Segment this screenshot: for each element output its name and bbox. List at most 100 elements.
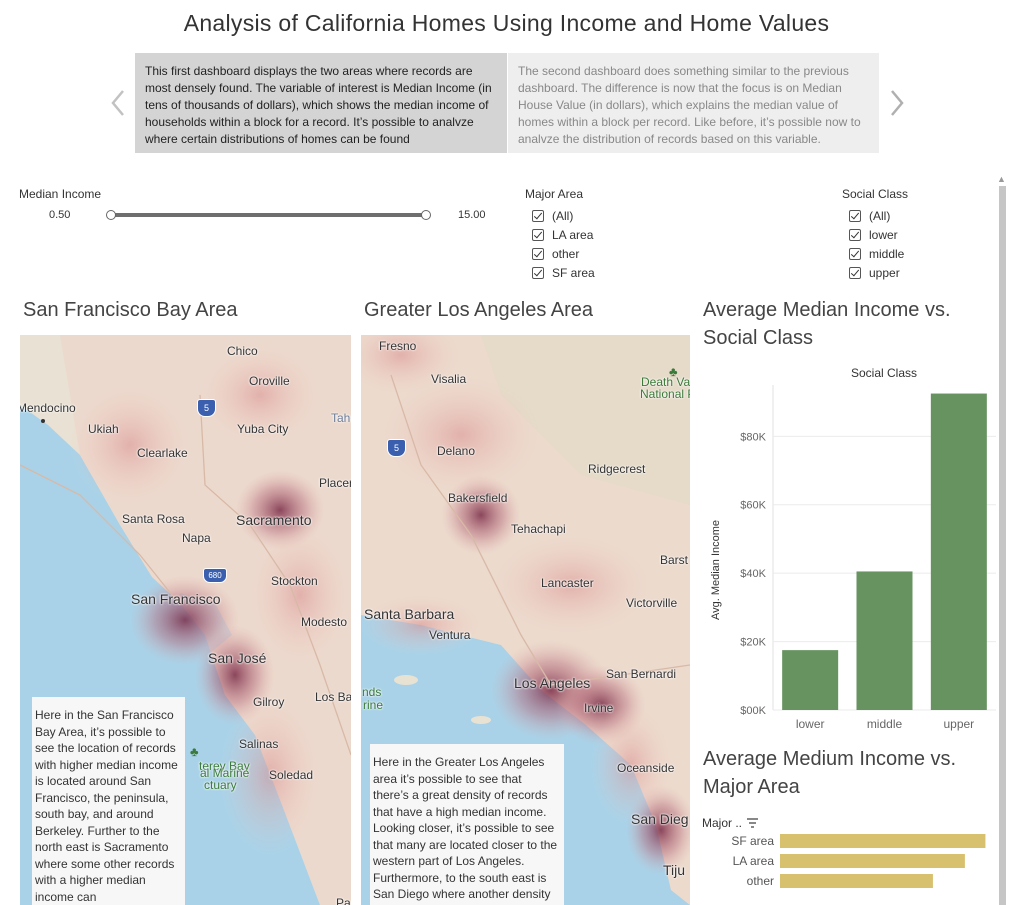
option-label: upper	[869, 265, 900, 280]
city-label: Tiju	[663, 862, 686, 878]
checkbox-checked-icon[interactable]	[849, 228, 861, 241]
city-label: Clearlake	[137, 446, 188, 460]
city-label: San Dieg	[631, 811, 689, 827]
city-label: Yuba City	[237, 422, 289, 436]
la-map[interactable]: 5 Fresno Visalia ♣ Death Val National P …	[361, 335, 690, 905]
checkbox-checked-icon[interactable]	[532, 266, 544, 279]
city-label: ctuary	[204, 778, 237, 792]
dashboard-title: Analysis of California Homes Using Incom…	[183, 10, 830, 36]
city-label: Gilroy	[253, 695, 285, 709]
x-tick-label: lower	[796, 717, 825, 731]
city-label: Salinas	[239, 737, 279, 751]
chevron-right-icon[interactable]	[887, 88, 907, 121]
city-label: Bakersfield	[448, 491, 508, 505]
checkbox-checked-icon[interactable]	[532, 247, 544, 260]
city-label: Oroville	[249, 374, 290, 388]
story-point-2[interactable]: The second dashboard does something simi…	[508, 53, 879, 153]
major-area-option-all[interactable]: (All)	[532, 206, 573, 225]
story-point-1[interactable]: This first dashboard displays the two ar…	[135, 53, 507, 153]
city-label: Victorville	[626, 596, 678, 610]
y-tick-label: $80K	[740, 431, 766, 443]
bar-chart-title: Average Median Income vs. Social Class	[703, 299, 951, 349]
city-label: Lancaster	[541, 576, 594, 590]
x-tick-label: upper	[943, 717, 974, 731]
median-income-slider[interactable]	[110, 213, 426, 217]
option-label: lower	[869, 227, 898, 242]
hbar-chart-title: Average Medium Income vs. Major Area	[703, 748, 957, 798]
slider-min-handle[interactable]	[106, 210, 116, 220]
interstate-5-shield: 5	[387, 439, 406, 457]
bar-chart-y-axis-label: Avg. Median Income	[710, 520, 722, 620]
major-area-option-la[interactable]: LA area	[532, 225, 593, 244]
social-class-bar-chart[interactable]: Social Class Avg. Median Income $00K $20K…	[700, 360, 996, 740]
sf-map-annotation: Here in the San Francisco Bay Area, it’s…	[32, 697, 185, 905]
city-label: Sacramento	[236, 512, 312, 528]
bar-lower[interactable]	[782, 650, 839, 710]
y-tick-label: $20K	[740, 637, 766, 649]
city-marker	[41, 419, 45, 423]
scroll-up-arrow-icon[interactable]: ▲	[997, 174, 1006, 184]
vertical-scrollbar[interactable]	[999, 186, 1006, 905]
social-class-option-all[interactable]: (All)	[849, 206, 890, 225]
city-label: Ridgecrest	[588, 462, 646, 476]
slider-min-value: 0.50	[49, 209, 71, 221]
checkbox-checked-icon[interactable]	[849, 266, 861, 279]
interstate-5-shield: 5	[197, 399, 216, 417]
city-label: Modesto	[301, 615, 348, 629]
chevron-left-icon[interactable]	[108, 88, 128, 121]
city-label: Oceanside	[617, 761, 675, 775]
city-label: San Francisco	[131, 591, 221, 607]
city-label: National P	[640, 387, 690, 401]
checkbox-checked-icon[interactable]	[849, 209, 861, 222]
city-label: rine	[363, 698, 384, 712]
social-class-option-middle[interactable]: middle	[849, 244, 904, 263]
city-label: Stockton	[271, 574, 318, 588]
hbar-LA-area[interactable]	[780, 854, 965, 868]
city-label: Paso	[336, 896, 351, 905]
major-area-bar-chart[interactable]: Major .. SF area LA area other	[700, 812, 996, 905]
city-label: San Bernardi	[606, 667, 677, 681]
major-area-filter-title: Major Area	[525, 187, 584, 201]
checkbox-checked-icon[interactable]	[532, 228, 544, 241]
checkbox-checked-icon[interactable]	[532, 209, 544, 222]
slider-max-value: 15.00	[458, 209, 486, 221]
y-tick-label: SF area	[731, 834, 774, 848]
y-tick-label: other	[747, 874, 774, 888]
slider-max-handle[interactable]	[421, 210, 431, 220]
major-area-option-sf[interactable]: SF area	[532, 263, 595, 282]
city-label: Chico	[227, 344, 258, 358]
social-class-option-upper[interactable]: upper	[849, 263, 900, 282]
option-label: other	[552, 246, 580, 261]
sort-icon[interactable]	[705, 478, 711, 486]
bar-middle[interactable]	[856, 571, 913, 710]
x-tick-label: middle	[867, 717, 903, 731]
bar-upper[interactable]	[930, 393, 987, 710]
park-tree-icon: ♣	[190, 744, 199, 759]
option-label: SF area	[552, 265, 595, 280]
city-label: Fresno	[379, 339, 417, 353]
city-label: Santa Barbara	[364, 606, 455, 622]
la-map-title: Greater Los Angeles Area	[364, 299, 594, 321]
sf-map-title: San Francisco Bay Area	[23, 299, 238, 321]
sort-icon[interactable]	[747, 818, 758, 828]
checkbox-checked-icon[interactable]	[849, 247, 861, 260]
interstate-680-shield: 680	[203, 568, 227, 583]
y-tick-label: $40K	[740, 568, 766, 580]
city-label: Visalia	[431, 372, 467, 386]
hbar-other[interactable]	[780, 874, 933, 888]
hbar-SF-area[interactable]	[780, 834, 986, 848]
city-label: Tahoe	[331, 411, 351, 425]
city-label: San José	[208, 650, 267, 666]
social-class-option-lower[interactable]: lower	[849, 225, 898, 244]
city-label: Ukiah	[88, 422, 119, 436]
city-label: Mendocino	[20, 401, 76, 415]
la-map-annotation: Here in the Greater Los Angeles area it’…	[370, 744, 564, 905]
sf-map[interactable]: 5 680 Chico Oroville Mendocino Ukiah Yub…	[20, 335, 351, 905]
city-label: Placer	[319, 476, 351, 490]
city-label: Los Ba	[315, 690, 351, 704]
city-label: Ventura	[429, 628, 471, 642]
city-label: nds	[362, 685, 382, 699]
y-tick-label: $00K	[740, 705, 766, 717]
major-area-option-other[interactable]: other	[532, 244, 579, 263]
city-label: Los Angeles	[514, 675, 591, 691]
